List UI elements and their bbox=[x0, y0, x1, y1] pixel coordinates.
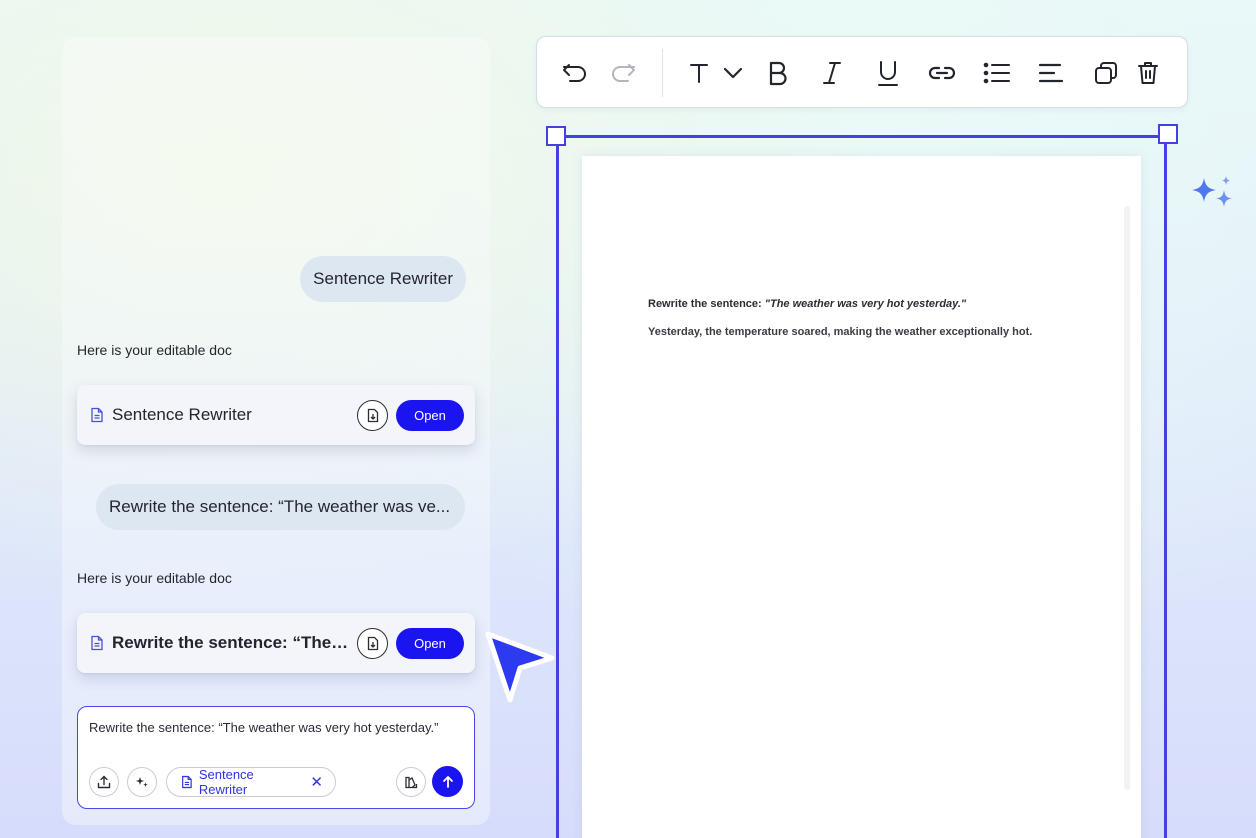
download-button[interactable] bbox=[357, 399, 388, 431]
arrow-up-icon bbox=[442, 775, 453, 788]
text-style-button[interactable] bbox=[681, 55, 717, 91]
italic-button[interactable] bbox=[814, 55, 850, 91]
document-icon bbox=[90, 407, 104, 423]
open-button[interactable]: Open bbox=[396, 399, 464, 431]
bold-button[interactable] bbox=[760, 55, 796, 91]
text-style-dropdown[interactable] bbox=[715, 55, 751, 91]
send-button[interactable] bbox=[432, 766, 463, 797]
bold-icon bbox=[769, 61, 787, 86]
assistant-message-text: Here is your editable doc bbox=[77, 342, 232, 358]
attached-doc-chip[interactable]: Sentence Rewriter ✕ bbox=[166, 767, 336, 797]
user-message-text: Sentence Rewriter bbox=[313, 269, 453, 288]
document-icon bbox=[182, 775, 192, 789]
bullet-list-button[interactable] bbox=[979, 55, 1015, 91]
editor-toolbar bbox=[536, 36, 1188, 108]
composer-input[interactable]: Rewrite the sentence: “The weather was v… bbox=[89, 720, 438, 735]
upload-button[interactable] bbox=[89, 767, 119, 797]
bullet-list-icon bbox=[983, 62, 1010, 84]
download-icon bbox=[367, 636, 378, 650]
doc-card-title: Sentence Rewriter bbox=[112, 405, 252, 424]
assistant-message-text: Here is your editable doc bbox=[77, 570, 232, 586]
doc-card-title: Rewrite the sentence: “The w... bbox=[112, 633, 351, 652]
chat-panel: Sentence Rewriter Here is your editable … bbox=[62, 37, 490, 825]
open-button[interactable]: Open bbox=[396, 627, 464, 659]
resize-handle-top-right[interactable] bbox=[1158, 124, 1178, 144]
document-icon bbox=[90, 635, 104, 651]
redo-button[interactable] bbox=[605, 55, 641, 91]
doc-card[interactable]: Rewrite the sentence: “The w... Open bbox=[77, 613, 475, 673]
undo-icon bbox=[563, 64, 586, 82]
document-line: Rewrite the sentence: "The weather was v… bbox=[648, 298, 966, 310]
toolbar-divider bbox=[662, 49, 663, 97]
chip-label: Sentence Rewriter bbox=[198, 767, 254, 797]
document-page[interactable] bbox=[582, 156, 1141, 838]
user-message: Sentence Rewriter bbox=[300, 256, 466, 302]
undo-button[interactable] bbox=[557, 55, 593, 91]
link-button[interactable] bbox=[924, 55, 960, 91]
chevron-down-icon bbox=[723, 67, 743, 79]
italic-icon bbox=[823, 62, 841, 84]
align-left-button[interactable] bbox=[1033, 55, 1069, 91]
sparkle-icon bbox=[136, 777, 148, 787]
ai-enhance-button[interactable] bbox=[127, 767, 157, 797]
user-message-text: Rewrite the sentence: “The weather was v… bbox=[109, 497, 451, 516]
style-button[interactable] bbox=[396, 767, 426, 797]
underline-icon bbox=[878, 61, 898, 86]
resize-handle-top-left[interactable] bbox=[546, 126, 566, 146]
palette-icon bbox=[405, 776, 418, 789]
underline-button[interactable] bbox=[870, 55, 906, 91]
link-icon bbox=[928, 66, 956, 80]
upload-icon bbox=[97, 775, 111, 789]
download-icon bbox=[367, 408, 378, 422]
sparkle-icon bbox=[1192, 176, 1232, 207]
align-left-icon bbox=[1038, 63, 1064, 83]
page-scrollbar[interactable] bbox=[1124, 206, 1130, 790]
doc-card[interactable]: Sentence Rewriter Open bbox=[77, 385, 475, 445]
text-style-icon bbox=[690, 64, 708, 83]
duplicate-icon bbox=[1095, 62, 1117, 84]
document-line-quote: "The weather was very hot yesterday." bbox=[764, 298, 967, 310]
delete-icon bbox=[1138, 62, 1158, 84]
app-frame: Sentence Rewriter Here is your editable … bbox=[0, 0, 1256, 838]
document-line: Yesterday, the temperature soared, makin… bbox=[648, 326, 1033, 338]
close-icon[interactable]: ✕ bbox=[310, 773, 323, 791]
delete-button[interactable] bbox=[1130, 55, 1166, 91]
composer[interactable]: Rewrite the sentence: “The weather was v… bbox=[77, 706, 475, 809]
document-line-label: Rewrite the sentence: bbox=[648, 298, 765, 310]
user-message: Rewrite the sentence: “The weather was v… bbox=[96, 484, 465, 530]
pointer-cursor-icon bbox=[485, 631, 555, 703]
duplicate-button[interactable] bbox=[1088, 55, 1124, 91]
download-button[interactable] bbox=[357, 627, 388, 659]
redo-icon bbox=[612, 64, 635, 82]
